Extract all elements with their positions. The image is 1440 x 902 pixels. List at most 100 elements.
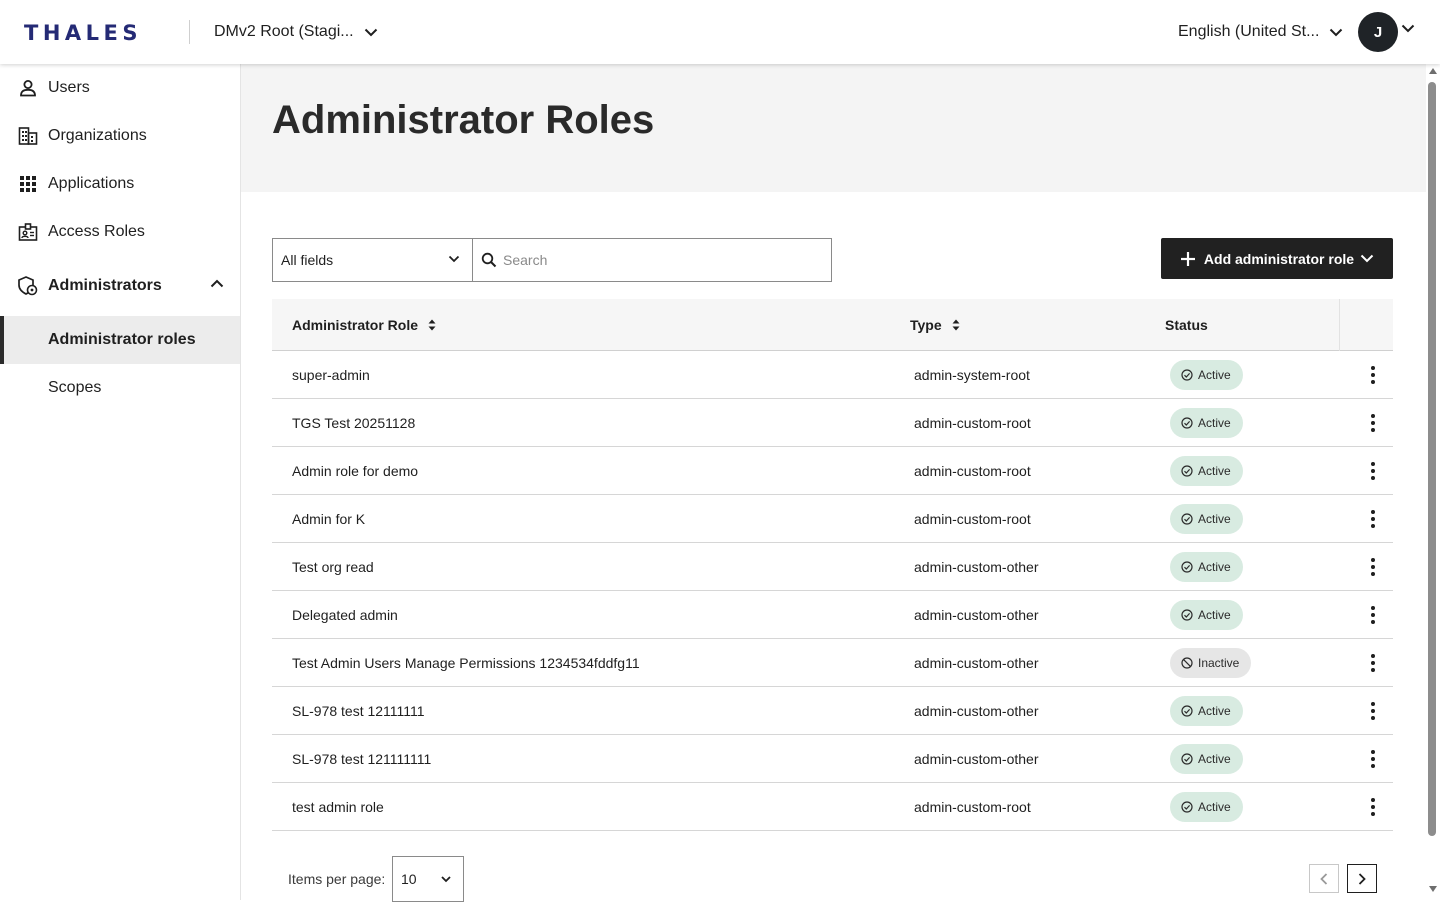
scroll-down-arrow-icon[interactable] <box>1429 886 1437 892</box>
tenant-label: DMv2 Root (Stagi... <box>214 23 354 40</box>
sidebar-item-label: Applications <box>48 175 135 192</box>
row-actions-button[interactable] <box>1365 651 1381 675</box>
user-icon <box>17 77 39 99</box>
row-actions-button[interactable] <box>1365 555 1381 579</box>
status-badge: Active <box>1170 456 1243 486</box>
role-name-cell[interactable]: Admin for K <box>292 495 365 543</box>
status-badge: Active <box>1170 792 1243 822</box>
language-label: English (United St... <box>1178 23 1320 40</box>
table-row[interactable]: Admin for K admin-custom-root Active <box>272 495 1393 543</box>
sidebar-item-applications[interactable]: Applications <box>0 160 240 208</box>
sidebar-nav: Users Organizations Applications Access … <box>0 64 241 900</box>
sidebar-item-access-roles[interactable]: Access Roles <box>0 208 240 256</box>
scroll-up-arrow-icon[interactable] <box>1429 68 1437 74</box>
row-actions-button[interactable] <box>1365 459 1381 483</box>
role-type-cell: admin-custom-other <box>914 607 1039 623</box>
previous-page-button[interactable] <box>1309 864 1339 893</box>
building-icon <box>17 125 39 147</box>
role-type-cell: admin-custom-root <box>914 463 1031 479</box>
search-input[interactable] <box>503 252 823 268</box>
status-label: Active <box>1198 464 1231 478</box>
more-vertical-icon <box>1371 750 1375 768</box>
chevron-right-icon <box>1358 872 1366 885</box>
row-actions-button[interactable] <box>1365 603 1381 627</box>
role-name-cell[interactable]: Delegated admin <box>292 591 398 639</box>
role-type-cell: admin-system-root <box>914 367 1030 383</box>
status-label: Active <box>1198 416 1231 430</box>
row-actions-button[interactable] <box>1365 363 1381 387</box>
column-header-administrator-role[interactable]: Administrator Role <box>292 299 436 351</box>
row-actions-button[interactable] <box>1365 747 1381 771</box>
user-avatar[interactable]: J <box>1358 12 1398 52</box>
scrollbar-thumb[interactable] <box>1428 82 1436 836</box>
badge-icon <box>17 221 39 243</box>
sidebar-item-label: Administrators <box>48 277 162 294</box>
table-row[interactable]: TGS Test 20251128 admin-custom-root Active <box>272 399 1393 447</box>
role-type-cell: admin-custom-root <box>914 511 1031 527</box>
more-vertical-icon <box>1371 510 1375 528</box>
status-label: Active <box>1198 752 1231 766</box>
role-name-cell[interactable]: SL-978 test 121111111 <box>292 735 431 783</box>
sidebar-item-administrators[interactable]: Administrators <box>0 262 240 310</box>
sidebar-item-organizations[interactable]: Organizations <box>0 112 240 160</box>
status-badge: Inactive <box>1170 648 1252 678</box>
role-name-cell[interactable]: TGS Test 20251128 <box>292 399 415 447</box>
row-actions-button[interactable] <box>1365 795 1381 819</box>
table-header: Administrator Role Type Status <box>272 299 1393 351</box>
role-name-cell[interactable]: Admin role for demo <box>292 447 418 495</box>
sidebar-item-administrator-roles[interactable]: Administrator roles <box>0 316 240 364</box>
chevron-down-icon <box>364 28 377 36</box>
field-filter-select[interactable]: All fields <box>272 238 473 282</box>
role-type-cell: admin-custom-other <box>914 703 1039 719</box>
table-row[interactable]: Admin role for demo admin-custom-root Acti… <box>272 447 1393 495</box>
table-row[interactable]: SL-978 test 121111111 admin-custom-other A… <box>272 735 1393 783</box>
chevron-down-icon <box>1330 28 1343 36</box>
items-per-page-label: Items per page: <box>288 871 386 887</box>
table-row[interactable]: test admin role admin-custom-root Active <box>272 783 1393 831</box>
status-badge: Active <box>1170 600 1243 630</box>
table-row[interactable]: SL-978 test 12111111 admin-custom-other Ac… <box>272 687 1393 735</box>
column-header-type[interactable]: Type <box>910 299 960 351</box>
top-header: THALES DMv2 Root (Stagi... English (Unit… <box>0 0 1440 64</box>
role-name-cell[interactable]: Test org read <box>292 543 374 591</box>
status-label: Active <box>1198 560 1231 574</box>
row-actions-button[interactable] <box>1365 507 1381 531</box>
status-badge: Active <box>1170 744 1243 774</box>
items-per-page-select[interactable]: 10 <box>392 856 464 902</box>
apps-grid-icon <box>17 173 39 195</box>
row-actions-button[interactable] <box>1365 411 1381 435</box>
check-circle-icon <box>1181 417 1193 429</box>
table-row[interactable]: super-admin admin-system-root Active <box>272 351 1393 399</box>
more-vertical-icon <box>1371 462 1375 480</box>
role-type-cell: admin-custom-root <box>914 799 1031 815</box>
role-name-cell[interactable]: super-admin <box>292 351 370 399</box>
add-button-label: Add administrator role <box>1203 250 1355 267</box>
role-name-cell[interactable]: Test Admin Users Manage Permissions 1234… <box>292 639 640 687</box>
chevron-up-icon[interactable] <box>210 279 224 288</box>
table-row[interactable]: Delegated admin admin-custom-other Active <box>272 591 1393 639</box>
status-badge: Active <box>1170 552 1243 582</box>
next-page-button[interactable] <box>1347 864 1377 893</box>
role-name-cell[interactable]: SL-978 test 12111111 <box>292 687 425 735</box>
sidebar-item-users[interactable]: Users <box>0 64 240 112</box>
table-row[interactable]: Test Admin Users Manage Permissions 1234… <box>272 639 1393 687</box>
table-row[interactable]: Test org read admin-custom-other Active <box>272 543 1393 591</box>
header-divider <box>189 20 190 44</box>
language-selector[interactable]: English (United St... <box>1178 21 1343 43</box>
add-administrator-role-button[interactable]: Add administrator role <box>1161 238 1393 279</box>
search-field[interactable] <box>472 238 832 282</box>
more-vertical-icon <box>1371 414 1375 432</box>
role-name-cell[interactable]: test admin role <box>292 783 384 831</box>
chevron-down-icon <box>441 876 451 883</box>
status-label: Active <box>1198 800 1231 814</box>
chevron-down-icon <box>448 255 460 263</box>
tenant-selector[interactable]: DMv2 Root (Stagi... <box>214 21 378 43</box>
sidebar-item-scopes[interactable]: Scopes <box>0 364 240 412</box>
sidebar-item-label: Organizations <box>48 127 147 144</box>
thales-logo[interactable]: THALES <box>24 21 142 45</box>
chevron-down-icon[interactable] <box>1401 24 1415 33</box>
more-vertical-icon <box>1371 798 1375 816</box>
row-actions-button[interactable] <box>1365 699 1381 723</box>
status-label: Inactive <box>1198 656 1240 670</box>
check-circle-icon <box>1181 561 1193 573</box>
